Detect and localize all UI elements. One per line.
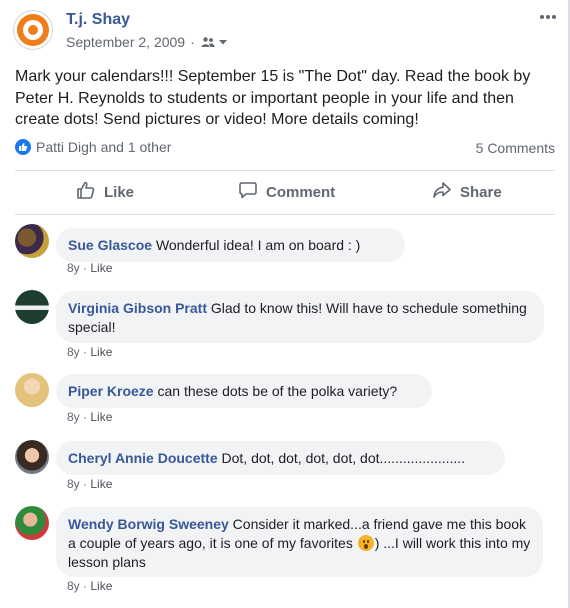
comment-bubble: Piper Kroeze can these dots be of the po… [56, 374, 432, 408]
surprised-emoji-icon [357, 535, 374, 551]
comment-text: Wonderful idea! I am on board : ) [155, 237, 361, 253]
like-reaction-icon [15, 139, 31, 155]
share-icon [432, 180, 460, 204]
commenter-name[interactable]: Cheryl Annie Doucette [68, 450, 218, 466]
post-text: Mark your calendars!!! September 15 is "… [15, 68, 531, 128]
post-author[interactable]: T.j. Shay [66, 11, 130, 29]
avatar[interactable] [15, 290, 49, 324]
divider [15, 170, 555, 171]
comment-age[interactable]: 8y [67, 261, 80, 275]
avatar[interactable] [15, 506, 49, 540]
comment-meta: 8y · Like [67, 261, 112, 275]
avatar[interactable] [15, 224, 49, 258]
reactions-text[interactable]: Patti Digh and 1 other [36, 139, 171, 155]
comment-button-label: Comment [266, 183, 336, 201]
share-button[interactable]: Share [432, 180, 502, 204]
comment-meta: 8y · Like [67, 477, 112, 491]
comment-like-link[interactable]: Like [90, 345, 112, 359]
comment-bubble: Sue Glascoe Wonderful idea! I am on boar… [56, 228, 405, 262]
comment-age[interactable]: 8y [67, 410, 80, 424]
thumbs-up-icon [76, 180, 104, 204]
comment-meta: 8y · Like [67, 345, 112, 359]
comment-bubble: Cheryl Annie Doucette Dot, dot, dot, dot… [56, 441, 505, 475]
meta-separator: · [190, 34, 195, 50]
meta-separator: · [83, 579, 88, 593]
comment-bubble: Virginia Gibson Pratt Glad to know this!… [56, 291, 544, 343]
like-button[interactable]: Like [76, 180, 134, 204]
meta-separator: · [83, 477, 88, 491]
comment-text: can these dots be of the polka variety? [157, 383, 398, 399]
commenter-name[interactable]: Virginia Gibson Pratt [68, 300, 207, 316]
comment-age[interactable]: 8y [67, 477, 80, 491]
avatar[interactable] [15, 373, 49, 407]
page-logo-icon[interactable] [13, 10, 53, 50]
comment-like-link[interactable]: Like [90, 477, 112, 491]
more-options-icon[interactable] [538, 10, 558, 24]
post-date[interactable]: September 2, 2009 [66, 34, 185, 50]
avatar[interactable] [15, 440, 49, 474]
meta-separator: · [83, 345, 88, 359]
comment-like-link[interactable]: Like [90, 261, 112, 275]
audience-friends-icon[interactable] [201, 36, 215, 48]
comment-age[interactable]: 8y [67, 579, 80, 593]
facebook-post: T.j. Shay September 2, 2009 · Mark your … [0, 0, 570, 608]
meta-separator: · [83, 410, 88, 424]
comment-meta: 8y · Like [67, 410, 112, 424]
divider [15, 214, 555, 215]
commenter-name[interactable]: Wendy Borwig Sweeney [68, 516, 229, 532]
comment-icon [238, 180, 266, 204]
like-button-label: Like [104, 183, 135, 201]
comment-button[interactable]: Comment [238, 180, 335, 204]
reactions-summary[interactable]: Patti Digh and 1 other [15, 139, 171, 155]
meta-separator: · [83, 261, 88, 275]
chevron-down-icon[interactable] [218, 38, 228, 46]
comments-count[interactable]: 5 Comments [476, 140, 555, 156]
commenter-name[interactable]: Sue Glascoe [68, 237, 152, 253]
commenter-name[interactable]: Piper Kroeze [68, 383, 154, 399]
comment-bubble: Wendy Borwig Sweeney Consider it marked.… [56, 507, 543, 577]
comment-text: Dot, dot, dot, dot, dot, dot............… [221, 450, 466, 466]
comment-like-link[interactable]: Like [90, 579, 112, 593]
comment-age[interactable]: 8y [67, 345, 80, 359]
share-button-label: Share [460, 183, 502, 201]
comment-like-link[interactable]: Like [90, 410, 112, 424]
post-meta: September 2, 2009 · [66, 34, 228, 50]
comment-meta: 8y · Like [67, 579, 112, 593]
